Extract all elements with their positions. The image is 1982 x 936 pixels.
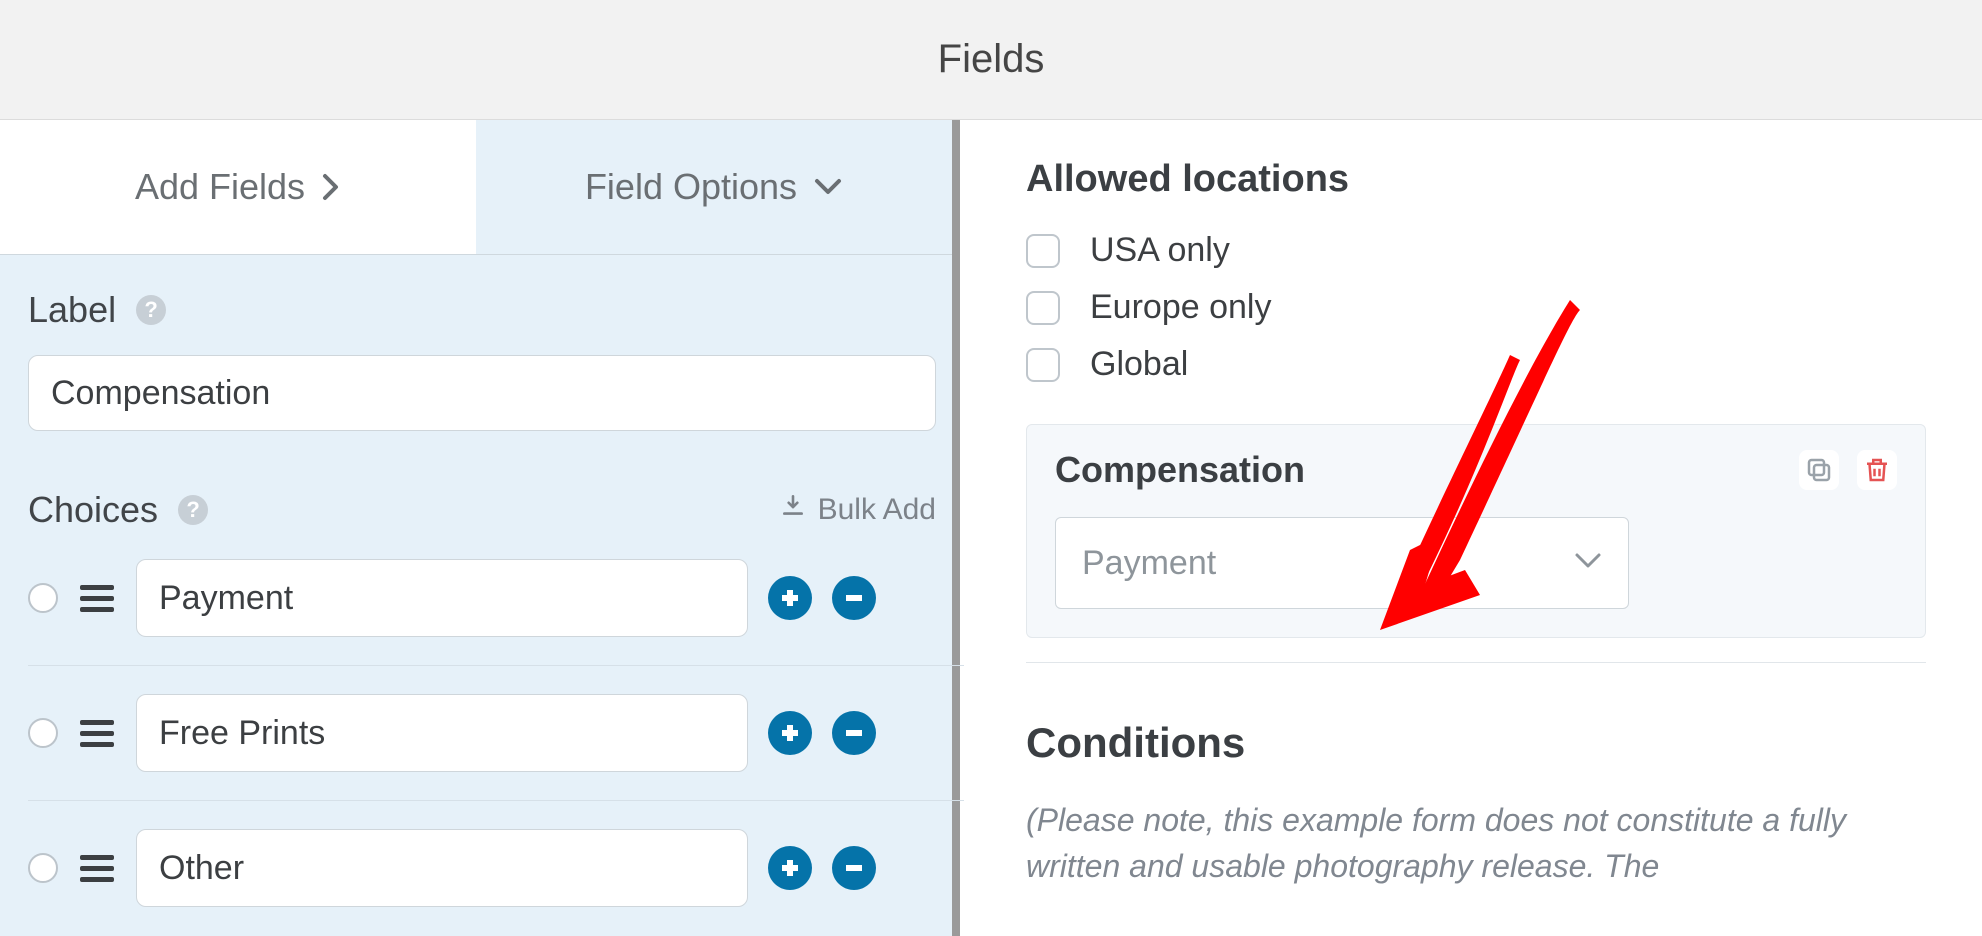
help-icon[interactable]: ? bbox=[136, 295, 166, 325]
chevron-right-icon bbox=[321, 172, 341, 202]
checkbox-usa-only[interactable] bbox=[1026, 234, 1060, 268]
choice-input[interactable] bbox=[136, 829, 748, 907]
tab-field-options[interactable]: Field Options bbox=[476, 120, 952, 254]
header-bar: Fields bbox=[0, 0, 1982, 120]
checkbox-row: Europe only bbox=[1026, 288, 1926, 327]
conditions-note: (Please note, this example form does not… bbox=[1026, 797, 1866, 890]
preview-pane: Allowed locations USA only Europe only G… bbox=[960, 120, 1982, 936]
delete-field-button[interactable] bbox=[1857, 450, 1897, 490]
add-choice-button[interactable] bbox=[768, 576, 812, 620]
left-sidebar: Add Fields Field Options Label ? bbox=[0, 120, 960, 936]
divider bbox=[1026, 662, 1926, 663]
choice-default-radio[interactable] bbox=[28, 583, 58, 613]
checkbox-label: Europe only bbox=[1090, 288, 1271, 327]
add-choice-button[interactable] bbox=[768, 711, 812, 755]
choice-row bbox=[28, 531, 964, 666]
drag-handle-icon[interactable] bbox=[78, 720, 116, 747]
field-label-input[interactable] bbox=[28, 355, 936, 431]
conditions-heading: Conditions bbox=[1026, 719, 1926, 767]
add-choice-button[interactable] bbox=[768, 846, 812, 890]
checkbox-row: USA only bbox=[1026, 231, 1926, 270]
tab-field-options-label: Field Options bbox=[585, 166, 797, 208]
choice-row bbox=[28, 801, 964, 935]
choice-row bbox=[28, 666, 964, 801]
checkbox-global[interactable] bbox=[1026, 348, 1060, 382]
checkbox-label: Global bbox=[1090, 345, 1188, 384]
page-title: Fields bbox=[938, 37, 1045, 82]
label-heading: Label ? bbox=[28, 289, 924, 331]
remove-choice-button[interactable] bbox=[832, 711, 876, 755]
choice-default-radio[interactable] bbox=[28, 853, 58, 883]
checkbox-europe-only[interactable] bbox=[1026, 291, 1060, 325]
allowed-locations-heading: Allowed locations bbox=[1026, 158, 1926, 201]
tab-add-fields-label: Add Fields bbox=[135, 166, 305, 208]
help-icon[interactable]: ? bbox=[178, 495, 208, 525]
choice-input[interactable] bbox=[136, 559, 748, 637]
chevron-down-icon bbox=[1574, 552, 1602, 575]
choices-heading: Choices ? bbox=[28, 489, 208, 531]
selected-field-title: Compensation bbox=[1055, 449, 1305, 491]
remove-choice-button[interactable] bbox=[832, 846, 876, 890]
remove-choice-button[interactable] bbox=[832, 576, 876, 620]
select-value: Payment bbox=[1082, 544, 1216, 583]
choices-text: Choices bbox=[28, 489, 158, 531]
compensation-select[interactable]: Payment bbox=[1055, 517, 1629, 609]
chevron-down-icon bbox=[813, 177, 843, 197]
checkbox-label: USA only bbox=[1090, 231, 1230, 270]
choice-default-radio[interactable] bbox=[28, 718, 58, 748]
tab-add-fields[interactable]: Add Fields bbox=[0, 120, 476, 254]
bulk-add-button[interactable]: Bulk Add bbox=[780, 493, 936, 527]
selected-field-card[interactable]: Compensation Payment bbox=[1026, 424, 1926, 638]
download-icon bbox=[780, 493, 806, 527]
checkbox-row: Global bbox=[1026, 345, 1926, 384]
drag-handle-icon[interactable] bbox=[78, 855, 116, 882]
drag-handle-icon[interactable] bbox=[78, 585, 116, 612]
choice-input[interactable] bbox=[136, 694, 748, 772]
duplicate-field-button[interactable] bbox=[1799, 450, 1839, 490]
tabs: Add Fields Field Options bbox=[0, 120, 952, 255]
bulk-add-label: Bulk Add bbox=[818, 493, 936, 527]
label-text: Label bbox=[28, 289, 116, 331]
